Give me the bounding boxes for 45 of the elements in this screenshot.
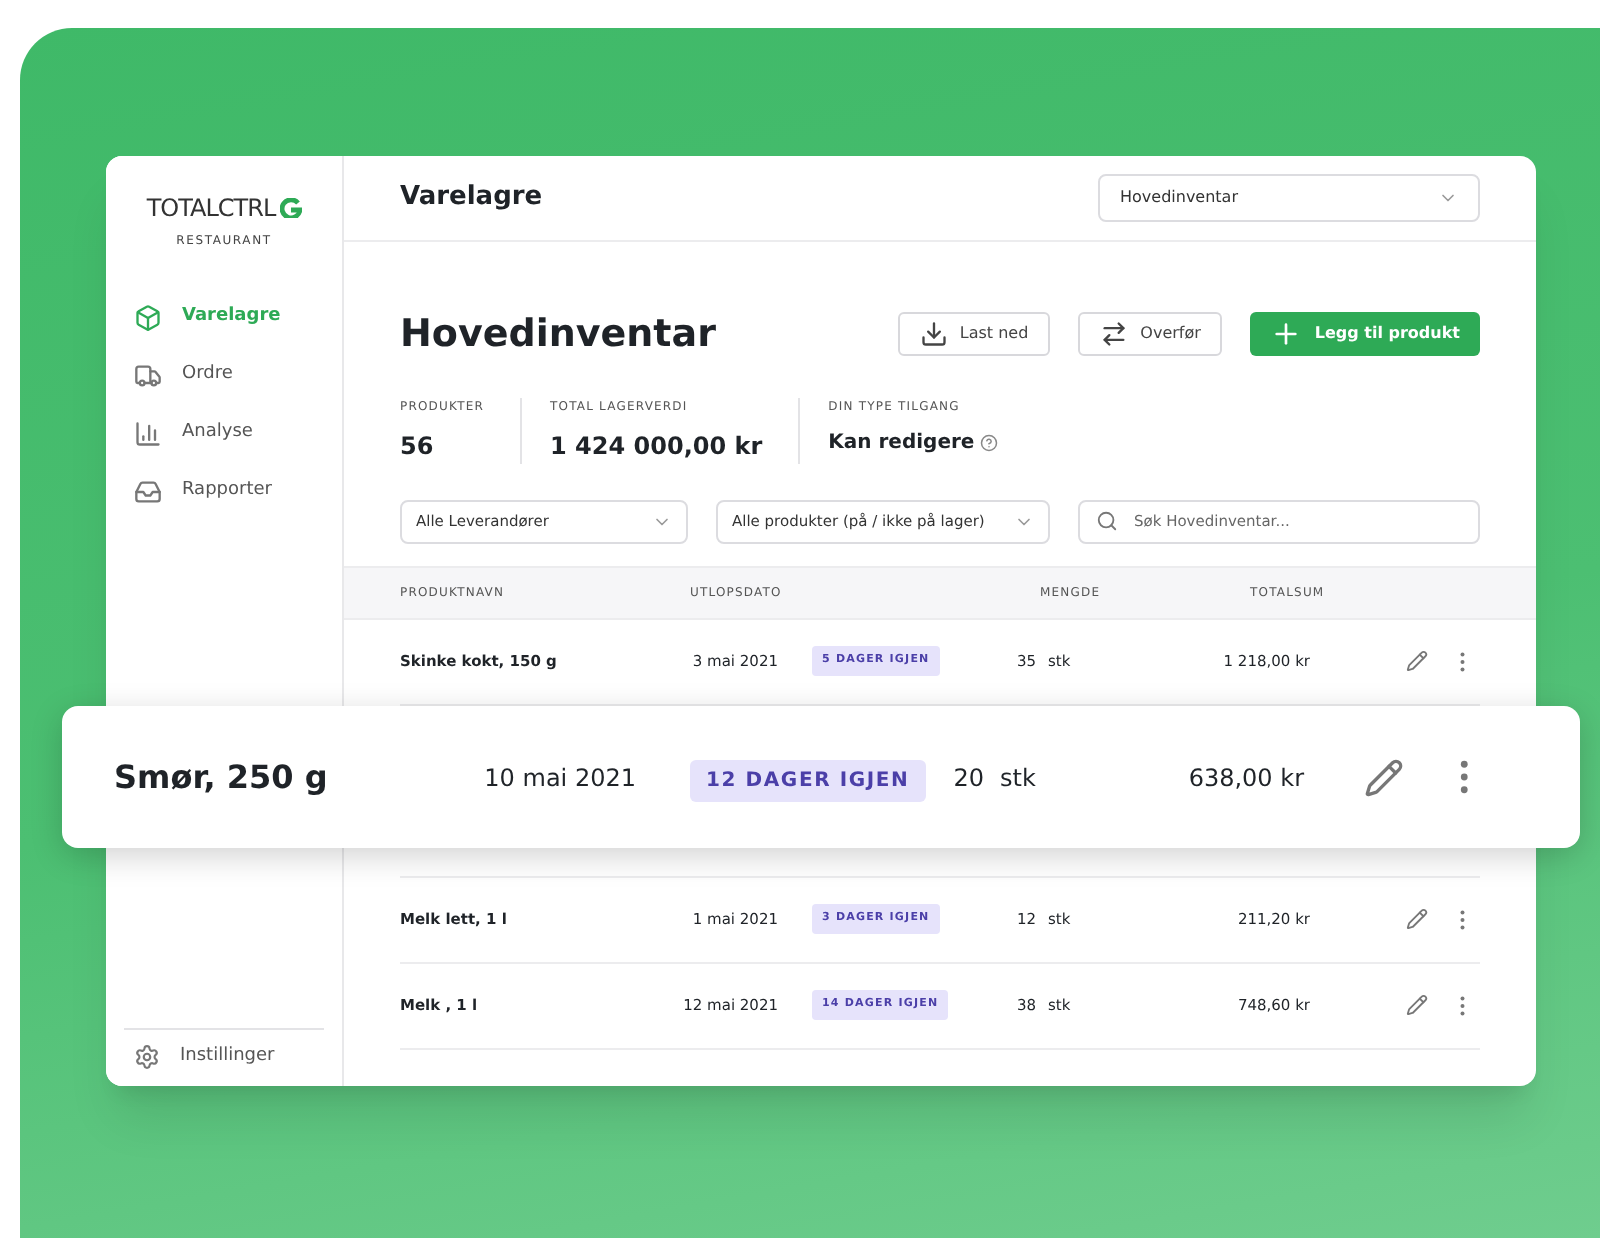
search-icon (1096, 510, 1118, 532)
stat-value: 1 424 000,00 kr (550, 429, 763, 463)
edit-button[interactable] (1406, 650, 1428, 672)
logo-text: TOTALCTRL (146, 192, 276, 226)
more-icon (1460, 760, 1469, 794)
stat-value: Kan redigere (828, 429, 975, 457)
more-button[interactable] (1460, 995, 1465, 1015)
nav-item[interactable]: Analyse (134, 414, 342, 454)
pencil-icon (1406, 994, 1428, 1016)
more-icon (1460, 909, 1465, 929)
product-name: Smør, 250 g (112, 755, 330, 799)
download-icon (919, 320, 948, 349)
settings-link[interactable]: Instillinger (180, 1043, 275, 1071)
header-title: Varelagre (400, 180, 543, 217)
logo-icon (279, 198, 302, 218)
inbox-icon (134, 478, 162, 506)
more-button[interactable] (1460, 651, 1465, 671)
transfer-icon (1100, 320, 1129, 349)
help-icon (980, 433, 999, 451)
more-icon (1460, 651, 1465, 671)
edit-button[interactable] (1406, 994, 1428, 1016)
action-button[interactable]: Overfør (1078, 312, 1223, 357)
nav-item[interactable]: Rapporter (134, 472, 342, 512)
truck-icon (134, 362, 162, 390)
pencil-icon (1364, 757, 1404, 797)
pencil-icon (1406, 650, 1428, 672)
more-icon (1460, 995, 1465, 1015)
action-button[interactable]: Last ned (897, 312, 1051, 357)
total-sum: 638,00 kr (1186, 761, 1304, 795)
edit-button[interactable] (1406, 908, 1428, 930)
expiry-date: 10 mai 2021 (482, 761, 636, 795)
nav-item[interactable]: Ordre (134, 356, 342, 396)
days-left-badge: 12 DAGER IGJEN (690, 760, 926, 802)
unit: stk (998, 761, 1038, 795)
inventory-select[interactable]: Hovedinventar (1098, 174, 1480, 222)
more-button[interactable] (1460, 909, 1465, 929)
box-icon (134, 304, 162, 332)
quantity: 20 (952, 761, 984, 795)
pencil-icon (1406, 908, 1428, 930)
bar-chart-icon (134, 420, 162, 448)
edit-button[interactable] (1364, 757, 1404, 797)
settings-icon (134, 1044, 160, 1070)
more-button[interactable] (1460, 760, 1469, 794)
page-title: Hovedinventar (400, 310, 716, 360)
stat-value: 56 (400, 429, 434, 463)
